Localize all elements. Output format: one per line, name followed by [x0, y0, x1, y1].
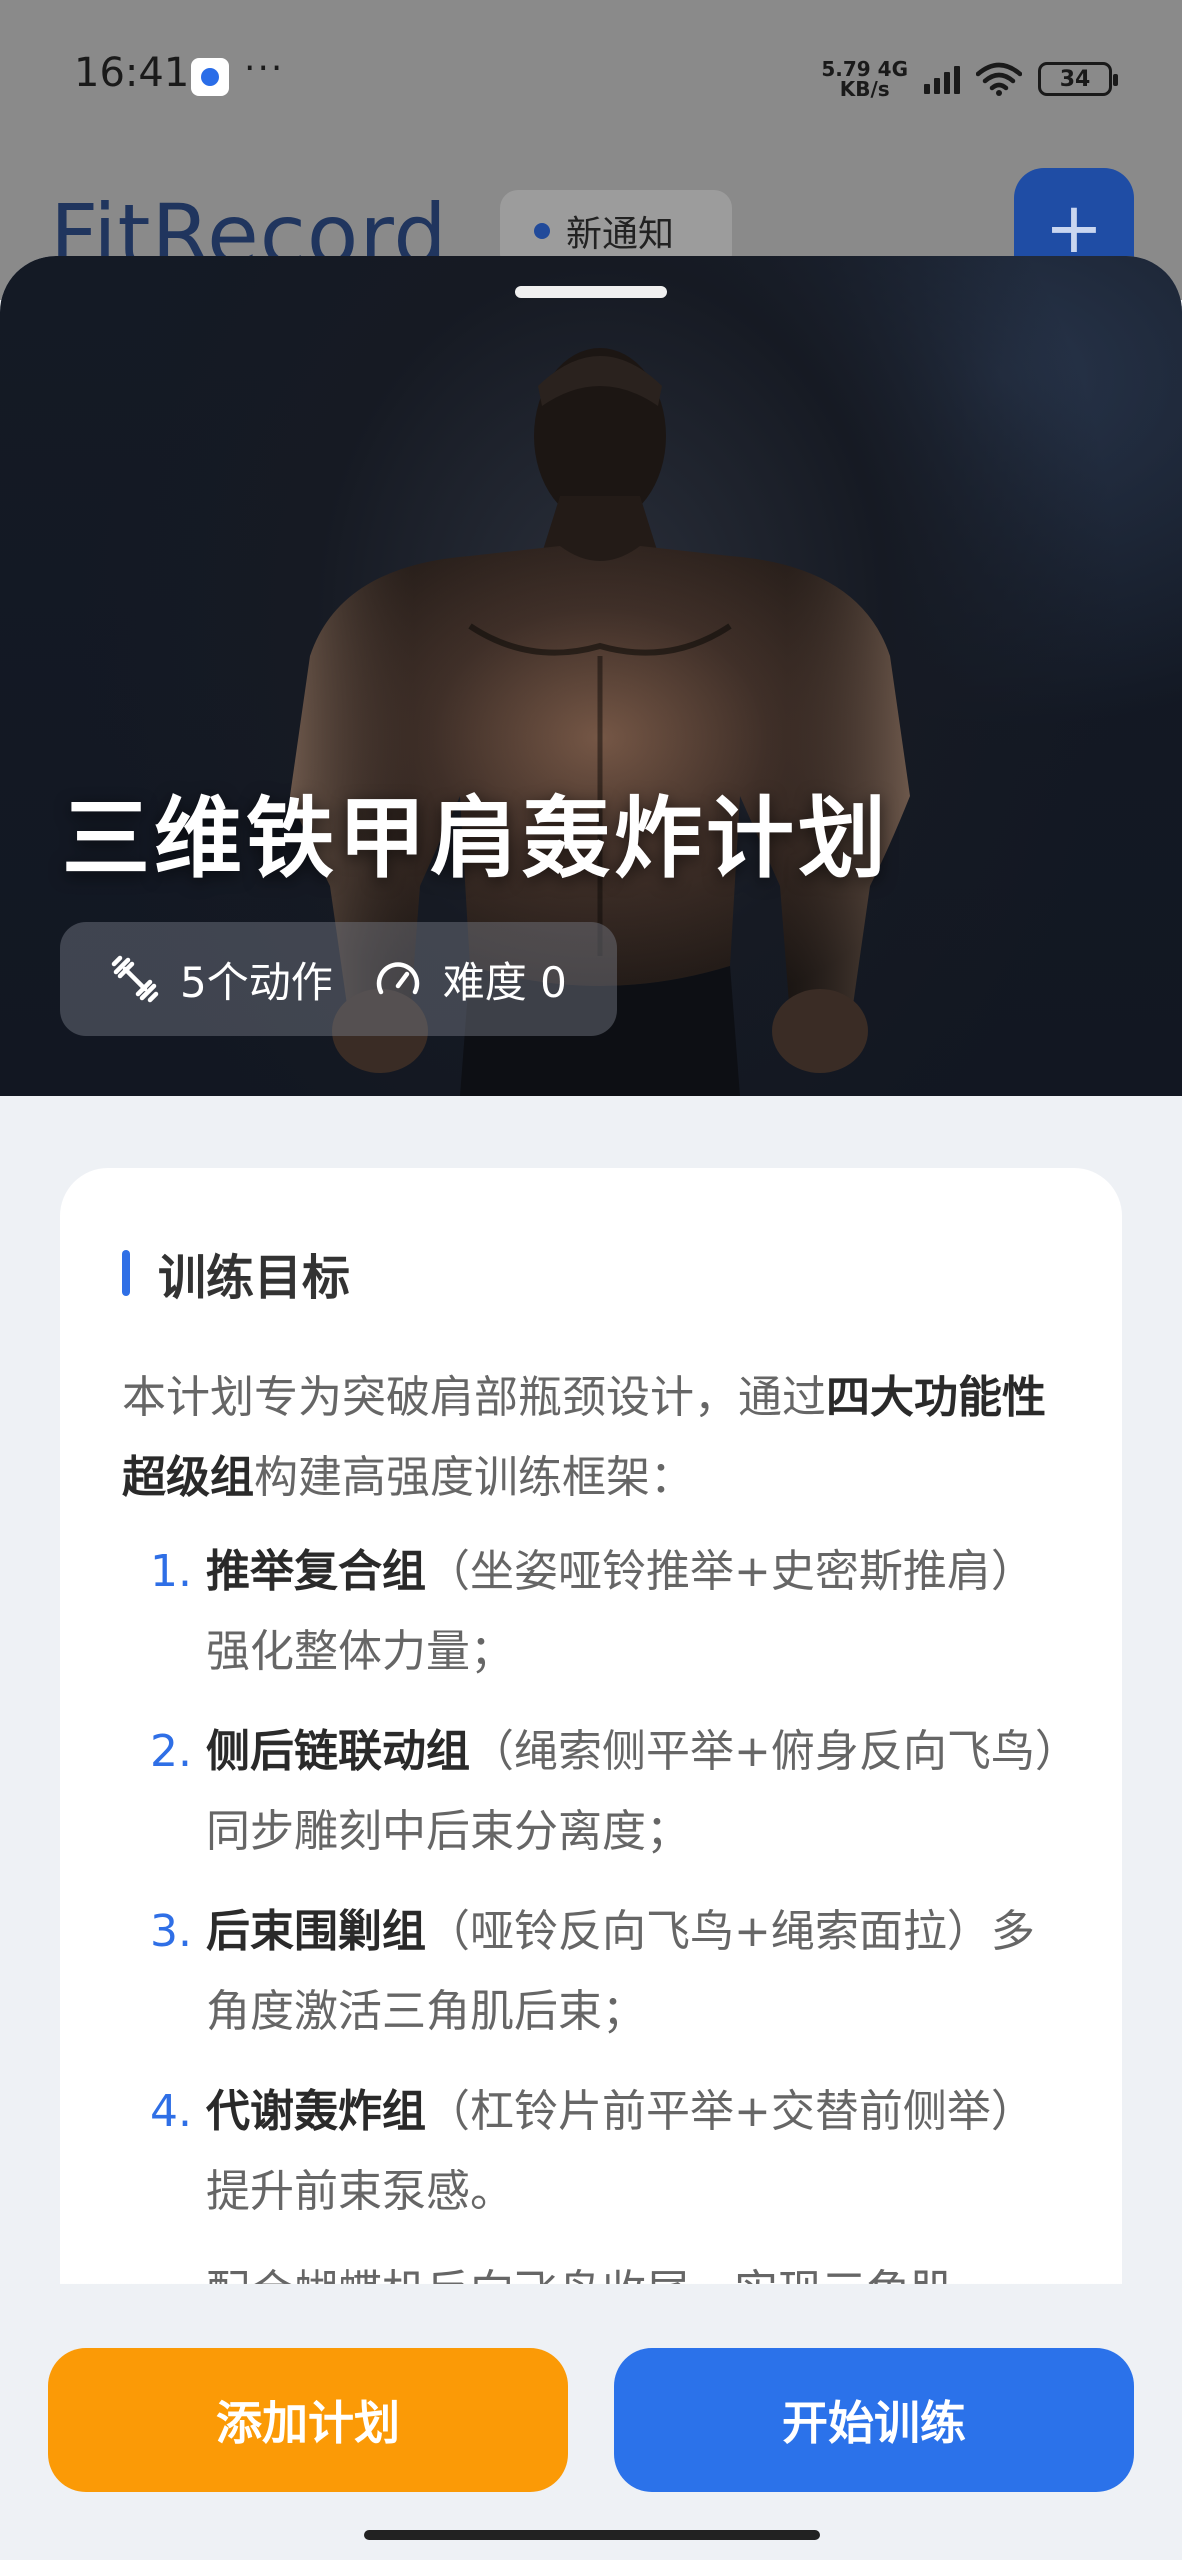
difficulty: 难度 0: [373, 949, 567, 1010]
goal-intro: 本计划专为突破肩部瓶颈设计，通过四大功能性超级组构建高强度训练框架：: [122, 1358, 1062, 1518]
goal-section-title: 训练目标: [158, 1250, 351, 1306]
wifi-icon: [976, 62, 1022, 96]
plan-detail-sheet: 三维铁甲肩轰炸计划 5个动作 难度 0 训练目标 本计划专为突破肩部瓶颈设计，通…: [0, 256, 1182, 2560]
step-number: 1.: [150, 1546, 192, 1597]
step-number: 4.: [150, 2086, 192, 2137]
step-text: 侧后链联动组（绳索侧平举+俯身反向飞鸟）同步雕刻中后束分离度；: [206, 1712, 1062, 1872]
background-page: 16:41 ··· 5.79 4G KB/s 34 FitRecord 新通知 …: [0, 0, 1182, 300]
gauge-icon: [376, 962, 419, 995]
notification-app-icon: [191, 58, 229, 96]
action-bar: 添加计划 开始训练: [0, 2284, 1182, 2560]
add-plan-button[interactable]: 添加计划: [48, 2348, 568, 2492]
superset-item: 1. 推举复合组（坐姿哑铃推举+史密斯推肩）强化整体力量；: [122, 1532, 1062, 1692]
start-training-button[interactable]: 开始训练: [614, 2348, 1134, 2492]
step-text: 代谢轰炸组（杠铃片前平举+交替前侧举）提升前束泵感。: [206, 2072, 1062, 2232]
network-speed-unit: KB/s: [839, 77, 890, 101]
dumbbell-icon: [111, 955, 159, 1003]
status-indicators: 5.79 4G KB/s 34: [821, 54, 1118, 104]
more-notifications-icon: ···: [244, 48, 285, 89]
goal-intro-suffix: 构建高强度训练框架：: [254, 1452, 694, 1503]
sheet-grab-handle[interactable]: [515, 286, 667, 298]
superset-item: 3. 后束围剿组（哑铃反向飞鸟+绳索面拉）多角度激活三角肌后束；: [122, 1892, 1062, 2052]
section-accent-bar: [122, 1250, 130, 1296]
network-speed-value: 5.79 4G: [821, 57, 908, 81]
status-time: 16:41: [74, 50, 190, 96]
step-number: 2.: [150, 1726, 192, 1777]
status-bar: 16:41 ··· 5.79 4G KB/s 34: [0, 0, 1182, 150]
goal-intro-prefix: 本计划专为突破肩部瓶颈设计，通过: [122, 1372, 826, 1423]
superset-list: 1. 推举复合组（坐姿哑铃推举+史密斯推肩）强化整体力量； 2. 侧后链联动组（…: [122, 1532, 1062, 2232]
step-text: 后束围剿组（哑铃反向飞鸟+绳索面拉）多角度激活三角肌后束；: [206, 1892, 1062, 2052]
exercise-count: 5个动作: [110, 949, 333, 1010]
plan-title: 三维铁甲肩轰炸计划: [62, 787, 891, 890]
superset-item: 4. 代谢轰炸组（杠铃片前平举+交替前侧举）提升前束泵感。: [122, 2072, 1062, 2232]
plan-meta-badge: 5个动作 难度 0: [60, 922, 617, 1036]
home-indicator[interactable]: [364, 2530, 820, 2540]
plan-hero: 三维铁甲肩轰炸计划 5个动作 难度 0: [0, 256, 1182, 1096]
step-name: 推举复合组: [206, 1546, 426, 1597]
network-speed: 5.79 4G KB/s: [821, 59, 908, 99]
goal-card: 训练目标 本计划专为突破肩部瓶颈设计，通过四大功能性超级组构建高强度训练框架： …: [60, 1168, 1122, 2368]
step-name: 代谢轰炸组: [206, 2086, 426, 2137]
superset-item: 2. 侧后链联动组（绳索侧平举+俯身反向飞鸟）同步雕刻中后束分离度；: [122, 1712, 1062, 1872]
exercise-count-label: 5个动作: [180, 957, 333, 1007]
cellular-signal-icon: [924, 64, 960, 94]
step-name: 后束围剿组: [206, 1906, 426, 1957]
step-text: 推举复合组（坐姿哑铃推举+史密斯推肩）强化整体力量；: [206, 1532, 1062, 1692]
notification-label: 新通知: [566, 214, 675, 255]
difficulty-label: 难度 0: [442, 957, 567, 1007]
step-number: 3.: [150, 1906, 192, 1957]
notice-dot-icon: [534, 223, 550, 239]
battery-icon: 34: [1038, 62, 1118, 96]
battery-level: 34: [1059, 66, 1091, 92]
step-name: 侧后链联动组: [206, 1726, 470, 1777]
goal-section-header: 训练目标: [122, 1238, 1062, 1308]
